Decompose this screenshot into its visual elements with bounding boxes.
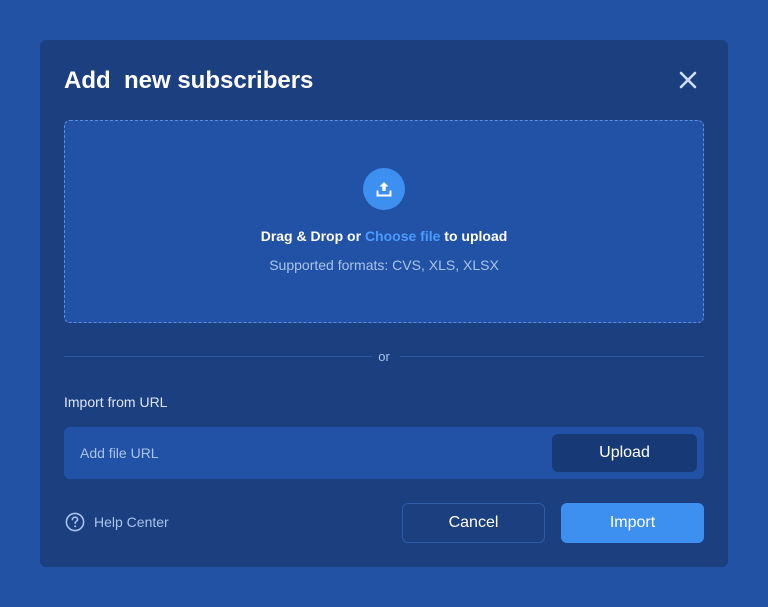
close-button[interactable] [676, 68, 700, 92]
help-center-label: Help Center [94, 514, 169, 530]
divider-line-right [400, 356, 704, 357]
close-icon [679, 71, 697, 89]
url-input-row: Upload [64, 427, 704, 479]
file-dropzone[interactable]: Drag & Drop or Choose file to upload Sup… [64, 120, 704, 323]
file-url-input[interactable] [64, 427, 544, 479]
upload-icon [376, 182, 392, 197]
add-subscribers-dialog: Add new subscribers Drag & Drop or Choos… [40, 40, 728, 567]
supported-formats: Supported formats: CVS, XLS, XLSX [269, 257, 499, 273]
help-center-link[interactable]: Help Center [65, 512, 169, 532]
dropzone-text-before: Drag & Drop or [260, 228, 365, 244]
cancel-button[interactable]: Cancel [402, 503, 545, 543]
dialog-title: Add new subscribers [64, 67, 314, 94]
choose-file-link[interactable]: Choose file [365, 228, 440, 244]
import-url-label: Import from URL [64, 394, 168, 410]
dropzone-text-after: to upload [440, 228, 508, 244]
upload-button[interactable]: Upload [552, 434, 697, 472]
help-circle-icon [65, 512, 85, 532]
import-button[interactable]: Import [561, 503, 704, 543]
dropzone-instructions: Drag & Drop or Choose file to upload [65, 228, 703, 244]
upload-button-circle[interactable] [363, 168, 405, 210]
